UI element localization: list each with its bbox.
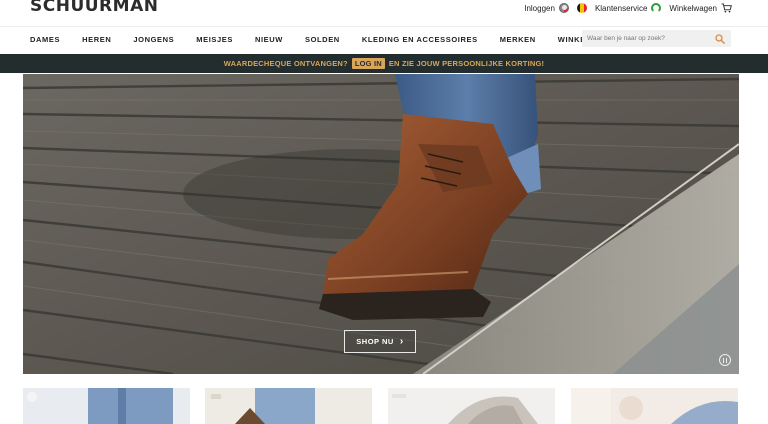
nav-item-merken[interactable]: MERKEN (500, 35, 536, 44)
nav-item-solden[interactable]: SOLDEN (305, 35, 340, 44)
tile-image (23, 388, 190, 424)
promo-login-button[interactable]: LOG IN (351, 58, 385, 69)
category-tile[interactable] (388, 388, 555, 424)
nav-item-jongens[interactable]: JONGENS (133, 35, 174, 44)
cart-label: Winkelwagen (669, 3, 717, 13)
login-link[interactable]: Inloggen (524, 3, 569, 13)
customer-service-link[interactable]: Klantenservice (594, 3, 662, 13)
shop-now-label: SHOP NU (356, 337, 394, 346)
brand-logo[interactable]: SCHUURMAN (30, 0, 158, 16)
pause-icon[interactable] (719, 354, 731, 366)
promo-text-after: EN ZIE JOUW PERSOONLIJKE KORTING! (388, 59, 545, 68)
promo-banner: WAARDECHEQUE ONTVANGEN? LOG IN EN ZIE JO… (0, 54, 768, 73)
tile-image (571, 388, 738, 424)
cart-icon (721, 3, 732, 13)
category-menu: DAMES HEREN JONGENS MEISJES NIEUW SOLDEN… (30, 35, 597, 44)
shop-now-button[interactable]: SHOP NU › (344, 330, 416, 353)
cart-link[interactable]: Winkelwagen (669, 3, 732, 13)
customer-service-label: Klantenservice (594, 3, 648, 13)
chevron-right-icon: › (399, 336, 404, 347)
nav-item-kleding-en-accessoires[interactable]: KLEDING EN ACCESSOIRES (362, 35, 478, 44)
category-tile[interactable] (571, 388, 738, 424)
nav-item-meisjes[interactable]: MEISJES (196, 35, 233, 44)
hero-banner[interactable]: SHOP NU › (23, 74, 739, 374)
country-selector[interactable] (576, 3, 587, 13)
login-label: Inloggen (524, 3, 555, 13)
user-icon (558, 3, 569, 13)
headset-icon (651, 3, 662, 13)
search-box (582, 30, 731, 47)
nav-item-nieuw[interactable]: NIEUW (255, 35, 283, 44)
category-tile[interactable] (23, 388, 190, 424)
tile-image (388, 388, 555, 424)
main-navigation: DAMES HEREN JONGENS MEISJES NIEUW SOLDEN… (0, 26, 768, 52)
hero-image (23, 74, 739, 374)
nav-item-dames[interactable]: DAMES (30, 35, 60, 44)
tile-image (205, 388, 372, 424)
top-bar: SCHUURMAN Inloggen Klantenservice Winkel… (0, 0, 768, 22)
category-tiles (23, 388, 739, 424)
promo-text-before: WAARDECHEQUE ONTVANGEN? (223, 59, 348, 68)
belgium-flag-icon (576, 3, 587, 13)
search-input[interactable] (587, 32, 712, 45)
nav-item-heren[interactable]: HEREN (82, 35, 111, 44)
utility-links: Inloggen Klantenservice Winkelwagen (516, 3, 732, 13)
category-tile[interactable] (205, 388, 372, 424)
search-icon[interactable] (715, 34, 725, 44)
